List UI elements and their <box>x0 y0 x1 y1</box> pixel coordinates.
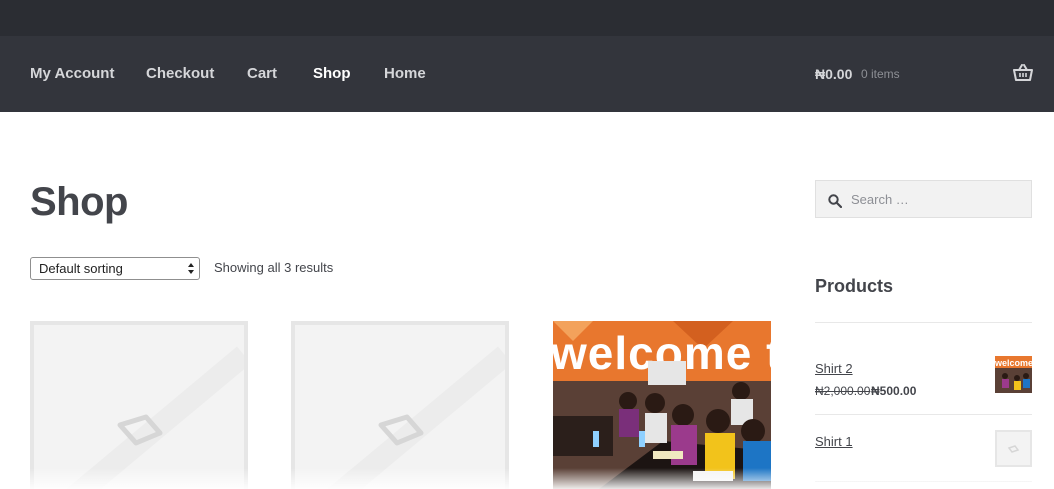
regular-price: ₦2,000.00 <box>815 384 871 398</box>
product-card[interactable] <box>30 321 248 489</box>
products-widget-title: Products <box>815 276 894 296</box>
cart-total[interactable]: ₦0.00 <box>815 36 852 112</box>
nav-item-cart[interactable]: Cart <box>247 36 277 112</box>
classroom-photo: welcome t <box>553 321 771 489</box>
basket-icon[interactable] <box>1013 64 1033 82</box>
image-placeholder-icon <box>117 414 163 446</box>
search-icon <box>828 194 842 208</box>
cart-item-count[interactable]: 0 items <box>861 36 900 112</box>
nav-item-my-account[interactable]: My Account <box>30 36 114 112</box>
product-card[interactable] <box>291 321 509 489</box>
sidebar-product-link-shirt-2[interactable]: Shirt 2 <box>815 361 853 376</box>
search-input[interactable] <box>851 181 1026 217</box>
nav-item-checkout[interactable]: Checkout <box>146 36 214 112</box>
nav-item-home[interactable]: Home <box>384 36 426 112</box>
divider <box>815 481 1032 482</box>
page-title: Shop <box>30 180 128 224</box>
nav-item-shop[interactable]: Shop <box>313 36 351 112</box>
divider <box>815 322 1032 323</box>
sort-selected-value: Default sorting <box>39 261 123 276</box>
result-count: Showing all 3 results <box>214 260 334 275</box>
sort-dropdown[interactable]: Default sorting <box>30 257 200 280</box>
sale-price: ₦500.00 <box>871 384 917 398</box>
image-placeholder-icon <box>378 414 424 446</box>
product-photo: welcome t <box>553 321 771 489</box>
product-thumbnail[interactable]: welcome t <box>995 356 1032 393</box>
search-field[interactable] <box>815 180 1032 218</box>
placeholder-background <box>327 346 505 489</box>
divider <box>815 414 1032 415</box>
placeholder-background <box>66 346 244 489</box>
sidebar-product-link-shirt-1[interactable]: Shirt 1 <box>815 434 853 449</box>
product-thumbnail-placeholder[interactable] <box>995 430 1032 467</box>
product-placeholder-image <box>30 321 248 489</box>
select-arrows-icon <box>188 263 194 274</box>
classroom-thumbnail: welcome t <box>995 356 1032 393</box>
thumbnail-banner-text: welcome t <box>995 358 1032 368</box>
image-placeholder-icon <box>1007 445 1020 453</box>
top-bar <box>0 0 1054 36</box>
primary-navigation: My Account Checkout Cart Shop Home ₦0.00… <box>0 36 1054 112</box>
product-placeholder-image <box>291 321 509 489</box>
product-card[interactable]: welcome t <box>553 321 771 489</box>
